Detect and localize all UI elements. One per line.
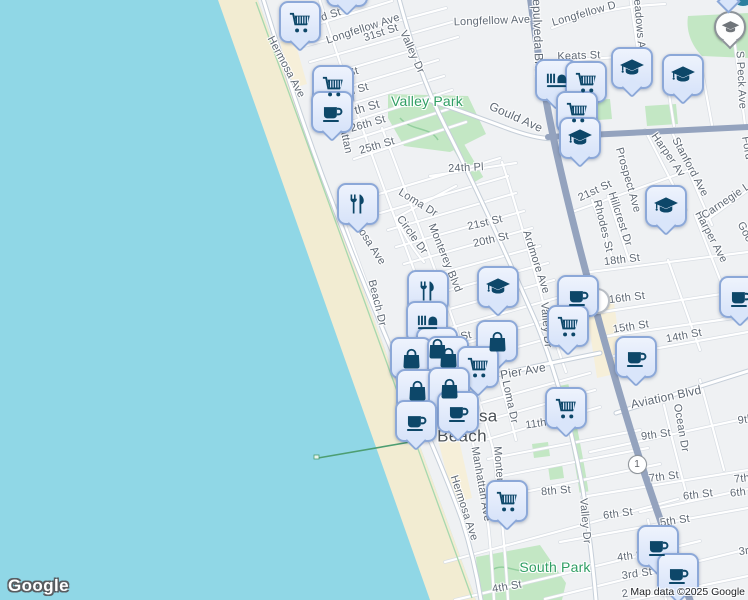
school-marker[interactable] [477, 266, 519, 308]
shopping-bag-icon [440, 378, 458, 398]
shopping-cart-icon [322, 76, 343, 96]
coffee-cup-icon [668, 568, 688, 584]
coffee-cup-icon [322, 106, 342, 122]
shopping-bag-icon [488, 331, 506, 351]
map-attribution[interactable]: Map data ©2025 Google [630, 586, 745, 598]
store-icon [546, 73, 566, 87]
coffee-cup-icon [626, 351, 646, 367]
shopping-cart-marker[interactable] [545, 387, 587, 429]
graduation-cap-icon [486, 278, 510, 294]
shopping-cart-icon [575, 72, 596, 92]
school-marker[interactable] [645, 185, 687, 227]
shopping-bag-icon [439, 347, 457, 367]
coffee-shop-marker[interactable] [395, 400, 437, 442]
shopping-cart-marker[interactable] [279, 1, 321, 43]
shopping-bag-icon [402, 348, 420, 368]
shopping-cart-icon [467, 357, 488, 377]
poi-markers-layer [0, 0, 748, 600]
restaurant-icon [350, 194, 364, 214]
graduation-cap-icon [568, 129, 592, 145]
map-canvas[interactable]: d St Longfellow Ave 31st St Valley Dr Longfe… [0, 0, 748, 600]
coffee-cup-icon [568, 290, 588, 306]
graduation-cap-icon [671, 66, 695, 82]
shopping-cart-icon [496, 491, 517, 511]
shopping-cart-icon [566, 102, 587, 122]
shopping-cart-icon [557, 316, 578, 336]
school-marker[interactable] [611, 47, 653, 89]
store-icon [417, 315, 437, 329]
coffee-cup-icon [648, 540, 668, 556]
restaurant-icon [420, 281, 434, 301]
coffee-cup-icon [406, 415, 426, 431]
coffee-shop-marker[interactable] [719, 276, 748, 318]
coffee-cup-icon [730, 291, 748, 307]
school-pin-marker[interactable] [714, 11, 746, 43]
shopping-bag-icon [408, 380, 426, 400]
school-marker[interactable] [662, 54, 704, 96]
graduation-cap-icon [721, 20, 739, 32]
shopping-cart-icon [555, 398, 576, 418]
shopping-cart-marker[interactable] [547, 305, 589, 347]
shopping-cart-marker[interactable] [486, 480, 528, 522]
coffee-cup-icon [448, 406, 468, 422]
google-logo[interactable]: Google [8, 576, 69, 596]
coffee-shop-marker[interactable] [615, 336, 657, 378]
shopping-cart-icon [289, 12, 310, 32]
shopping-cart-marker[interactable] [326, 0, 368, 7]
restaurant-marker[interactable] [337, 183, 379, 225]
graduation-cap-icon [620, 59, 644, 75]
graduation-cap-icon [654, 197, 678, 213]
